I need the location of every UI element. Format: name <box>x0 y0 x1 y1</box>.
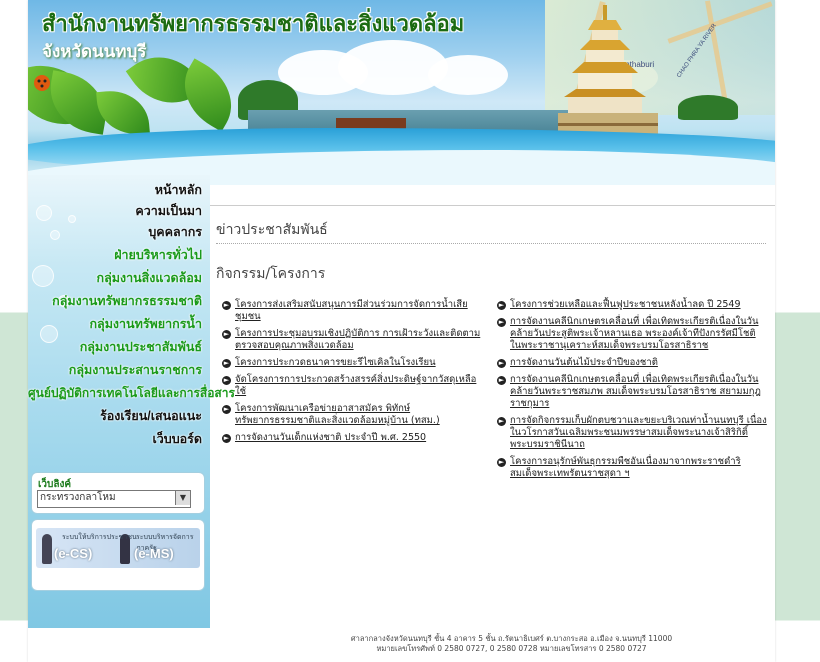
arrow-bullet-icon: ► <box>222 434 231 443</box>
news-link[interactable]: การจัดงานคลีนิกเกษตรเคลื่อนที่ เพื่อเทิด… <box>510 316 759 351</box>
sidebar-nav: หน้าหลัก ความเป็นมา บุคคลากร ฝ่ายบริหารท… <box>28 179 235 451</box>
arrow-bullet-icon: ► <box>222 301 231 310</box>
list-item: ► โครงการส่งเสริมสนับสนุนการมีส่วนร่วมการ… <box>222 299 484 323</box>
list-item: ► โครงการช่วยเหลือและฟื้นฟูประชาชนหลังน้ำ… <box>497 299 767 311</box>
list-item: ► การจัดงานคลีนิกเกษตรเคลื่อนที่ เพื่อเทิ… <box>497 374 767 410</box>
subsection-title: กิจกรรม/โครงการ <box>216 266 326 282</box>
news-link[interactable]: การจัดงานวันต้นไม้ประจำปีของชาติ <box>510 357 658 368</box>
arrow-bullet-icon: ► <box>497 301 506 310</box>
ladybug-icon <box>34 75 50 91</box>
list-item: ► การจัดงานวันเด็กแห่งชาติ ประจำปี พ.ศ. 2… <box>222 432 484 444</box>
news-link[interactable]: โครงการอนุรักษ์พันธุกรรมพืชอันเนื่องมาจา… <box>510 456 741 479</box>
main-content: ข่าวประชาสัมพันธ์ กิจกรรม/โครงการ ► โครงก… <box>210 185 775 625</box>
tree-shape <box>678 95 738 120</box>
arrow-bullet-icon: ► <box>497 458 506 467</box>
services-box: ระบบให้บริการประชาชน ระบบบริหารจัดการภาค… <box>32 520 204 590</box>
services-banner[interactable]: ระบบให้บริการประชาชน ระบบบริหารจัดการภาค… <box>36 528 200 568</box>
arrow-bullet-icon: ► <box>222 405 231 414</box>
pagoda-icon <box>558 5 658 135</box>
arrow-bullet-icon: ► <box>222 330 231 339</box>
person-icon <box>42 534 52 564</box>
footer: ศาลากลางจังหวัดนนทบุรี ชั้น 4 อาคาร 5 ชั… <box>28 628 775 662</box>
news-link[interactable]: โครงการพัฒนาเครือข่ายอาสาสมัคร พิทักษ์ทร… <box>235 403 440 426</box>
map-road <box>667 1 773 44</box>
divider <box>216 243 766 244</box>
sidebar-item-personnel[interactable]: บุคคลากร <box>28 220 210 244</box>
divider <box>210 205 775 206</box>
weblink-selected-value: กระทรวงกลาโหม <box>40 492 116 503</box>
ems-label: (e-MS) <box>134 546 174 561</box>
list-item: ► โครงการพัฒนาเครือข่ายอาสาสมัคร พิทักษ์ท… <box>222 403 484 427</box>
site-title: สำนักงานทรัพยากรธรรมชาติและสิ่งแวดล้อม <box>42 11 465 36</box>
list-item: ► โครงการอนุรักษ์พันธุกรรมพืชอันเนื่องมาจ… <box>497 456 767 480</box>
site-subtitle: จังหวัดนนทบุรี <box>42 42 147 61</box>
news-link[interactable]: การจัดงานวันเด็กแห่งชาติ ประจำปี พ.ศ. 25… <box>235 432 426 443</box>
list-item: ► จัดโครงการการประกวดสร้างสรรค์สิ่งประดิษ… <box>222 374 484 398</box>
list-item: ► การจัดงานวันต้นไม้ประจำปีของชาติ <box>497 357 767 369</box>
news-link[interactable]: จัดโครงการการประกวดสร้างสรรค์สิ่งประดิษฐ… <box>235 374 476 397</box>
cloud-shape <box>428 55 508 95</box>
list-item: ► การจัดกิจกรรมเก็บผักตบชวาและขยะบริเวณท่… <box>497 415 767 451</box>
sidebar-item-webboard[interactable]: เว็บบอร์ด <box>28 428 210 451</box>
news-link[interactable]: การจัดกิจกรรมเก็บผักตบชวาและขยะบริเวณท่า… <box>510 415 767 450</box>
footer-address: ศาลากลางจังหวัดนนทบุรี ชั้น 4 อาคาร 5 ชั… <box>350 634 673 643</box>
list-item: ► โครงการประชุมอบรมเชิงปฏิบัติการ การเฝ้า… <box>222 328 484 352</box>
sidebar-item-home[interactable]: หน้าหลัก <box>28 179 210 202</box>
news-list-left: ► โครงการส่งเสริมสนับสนุนการมีส่วนร่วมการ… <box>222 299 484 449</box>
sidebar-item-complaints[interactable]: ร้องเรียน/เสนอแนะ <box>28 405 210 428</box>
sidebar-item-public-relations[interactable]: กลุ่มงานประชาสัมพันธ์ <box>28 336 210 359</box>
arrow-bullet-icon: ► <box>497 417 506 426</box>
footer-contact: หมายเลขโทรศัพท์ 0 2580 0727, 0 2580 0728… <box>376 644 647 653</box>
arrow-bullet-icon: ► <box>222 359 231 368</box>
list-item: ► การจัดงานคลีนิกเกษตรเคลื่อนที่ เพื่อเทิ… <box>497 316 767 352</box>
news-list-right: ► โครงการช่วยเหลือและฟื้นฟูประชาชนหลังน้ำ… <box>497 299 767 485</box>
sidebar-item-general-admin[interactable]: ฝ่ายบริหารทั่วไป <box>28 244 210 267</box>
chevron-down-icon[interactable]: ▼ <box>175 491 190 505</box>
news-link[interactable]: การจัดงานคลีนิกเกษตรเคลื่อนที่ เพื่อเทิด… <box>510 374 761 409</box>
news-link[interactable]: โครงการประชุมอบรมเชิงปฏิบัติการ การเฝ้าร… <box>235 328 480 351</box>
news-link[interactable]: โครงการช่วยเหลือและฟื้นฟูประชาชนหลังน้ำล… <box>510 299 741 310</box>
list-item: ► โครงการประกวดธนาคารขยะรีไซเคิลในโรงเรีย… <box>222 357 484 369</box>
ecs-label: (e-CS) <box>54 546 93 561</box>
arrow-bullet-icon: ► <box>497 359 506 368</box>
sidebar-item-natural-resources[interactable]: กลุ่มงานทรัพยากรธรรมชาติ <box>28 290 210 313</box>
weblink-select[interactable]: กระทรวงกลาโหม ▼ <box>37 490 191 508</box>
news-link[interactable]: โครงการประกวดธนาคารขยะรีไซเคิลในโรงเรียน <box>235 357 436 368</box>
arrow-bullet-icon: ► <box>222 376 231 385</box>
sidebar-item-ict-center[interactable]: ศูนย์ปฏิบัติการเทคโนโลยีและการสื่อสาร <box>28 382 235 405</box>
sidebar-item-history[interactable]: ความเป็นมา <box>28 202 210 220</box>
arrow-bullet-icon: ► <box>497 318 506 327</box>
weblink-box: เว็บลิงค์ กระทรวงกลาโหม ▼ <box>32 473 204 513</box>
sidebar-item-environment[interactable]: กลุ่มงานสิ่งแวดล้อม <box>28 267 210 290</box>
ecs-caption: ระบบให้บริการประชาชน <box>62 533 137 541</box>
sidebar-item-coordination[interactable]: กลุ่มงานประสานราชการ <box>28 359 210 382</box>
arrow-bullet-icon: ► <box>497 376 506 385</box>
header-banner: Nonthaburi CHAO PHRA YA RIVER สำนักงานทร… <box>28 0 775 185</box>
leaf-shape <box>96 87 150 138</box>
page: Nonthaburi CHAO PHRA YA RIVER สำนักงานทร… <box>28 0 775 662</box>
sidebar-item-water-resources[interactable]: กลุ่มงานทรัพยากรน้ำ <box>28 313 210 336</box>
news-link[interactable]: โครงการส่งเสริมสนับสนุนการมีส่วนร่วมการจ… <box>235 299 468 322</box>
section-title: ข่าวประชาสัมพันธ์ <box>216 222 328 238</box>
